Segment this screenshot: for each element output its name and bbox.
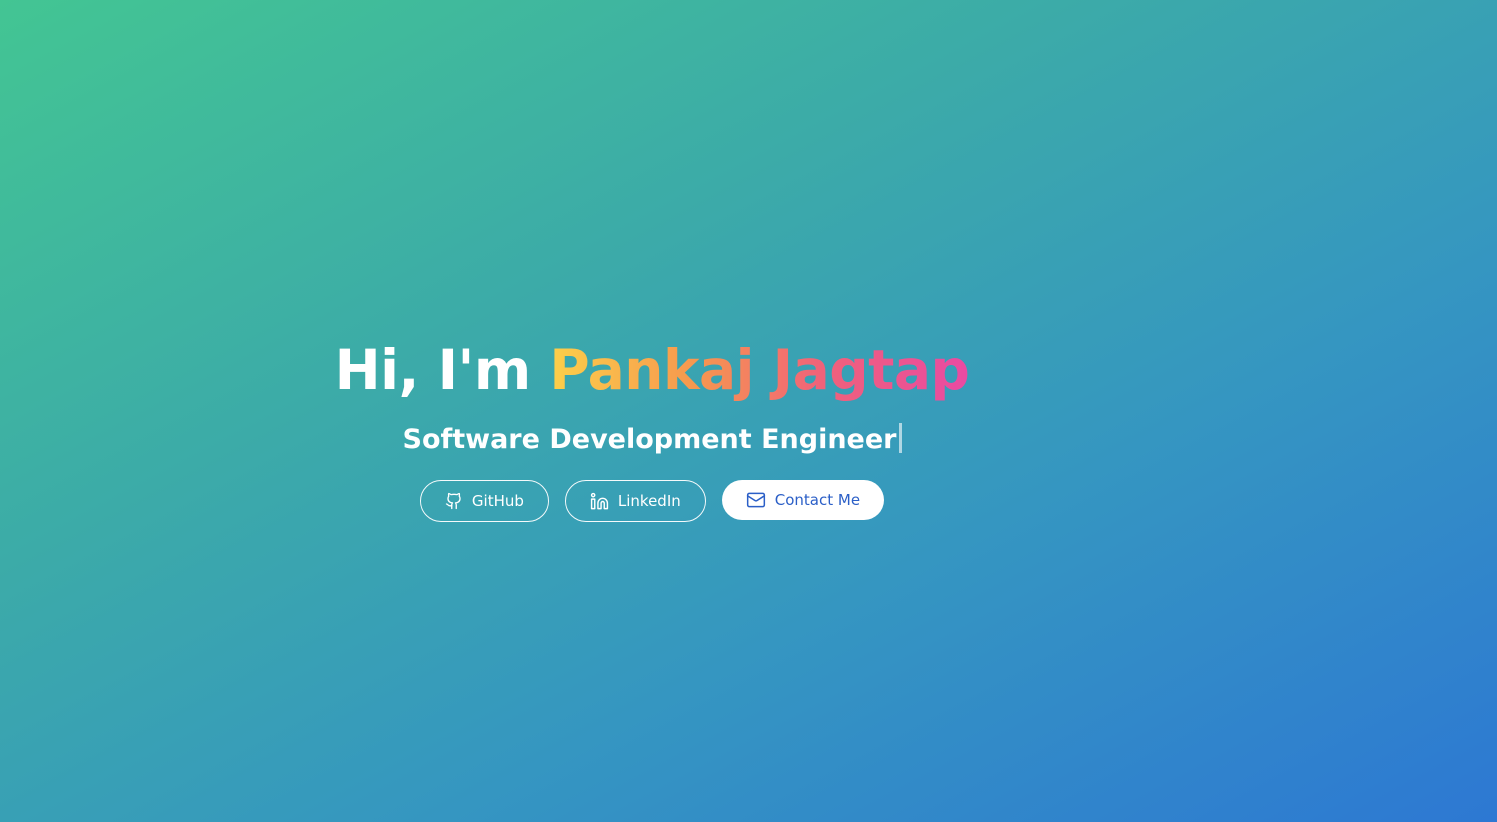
- hero-headline: Hi, I'm Pankaj Jagtap: [335, 330, 970, 410]
- mail-icon: [746, 490, 766, 510]
- linkedin-label: LinkedIn: [617, 492, 681, 510]
- contact-me-button[interactable]: Contact Me: [721, 480, 885, 520]
- contact-label: Contact Me: [774, 491, 861, 509]
- name-text: Pankaj Jagtap: [549, 338, 970, 402]
- typing-caret: [898, 423, 902, 453]
- github-button[interactable]: GitHub: [419, 480, 549, 522]
- greeting-text: Hi, I'm: [334, 338, 532, 402]
- hero-section: Hi, I'm Pankaj Jagtap Software Developme…: [335, 330, 970, 522]
- role-text: Software Development Engineer: [402, 424, 897, 455]
- linkedin-button[interactable]: LinkedIn: [564, 480, 706, 522]
- linkedin-icon: [590, 492, 609, 511]
- github-icon: [445, 492, 463, 510]
- social-actions: GitHub LinkedIn Contact Me: [419, 480, 885, 522]
- github-label: GitHub: [471, 492, 524, 510]
- role-subtitle: Software Development Engineer: [403, 410, 902, 470]
